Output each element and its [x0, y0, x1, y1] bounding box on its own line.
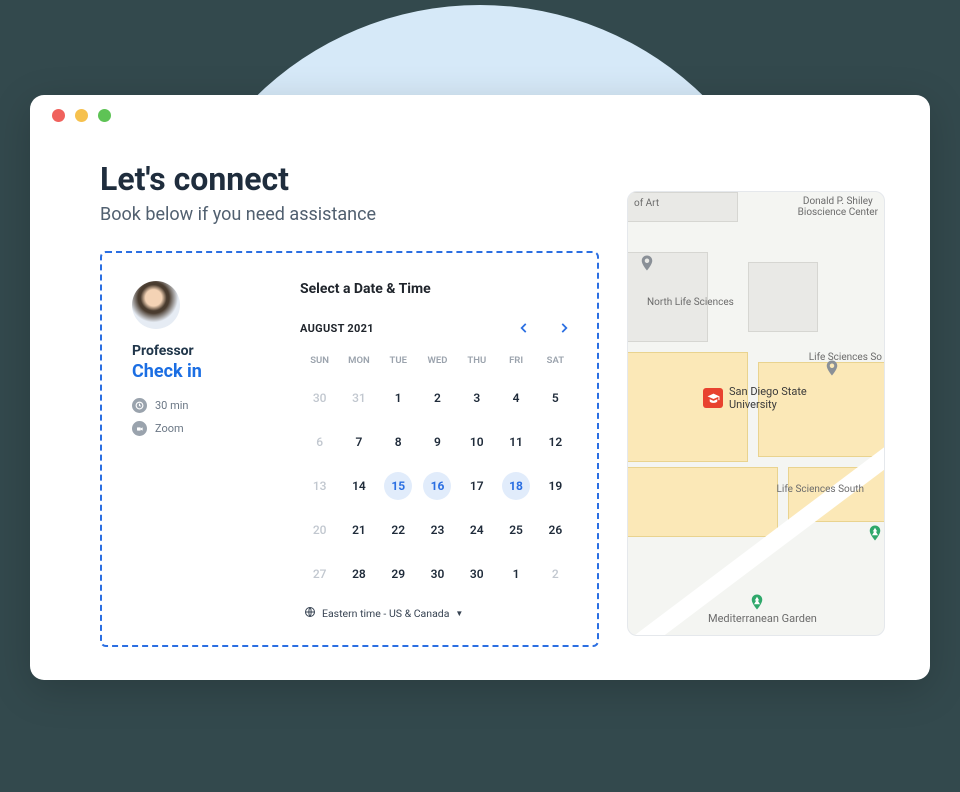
calendar-dow: SUN — [300, 349, 339, 376]
calendar-day: 30 — [300, 376, 339, 420]
calendar-day: 13 — [300, 464, 339, 508]
calendar-day[interactable]: 7 — [339, 420, 378, 464]
calendar-title: Select a Date & Time — [300, 281, 575, 297]
calendar-day[interactable]: 11 — [496, 420, 535, 464]
calendar-day[interactable]: 25 — [496, 508, 535, 552]
calendar-day: 27 — [300, 552, 339, 596]
calendar-day[interactable]: 23 — [418, 508, 457, 552]
calendar-dow: WED — [418, 349, 457, 376]
map-label: Donald P. Shiley Bioscience Center — [798, 196, 878, 218]
event-name: Check in — [132, 361, 282, 382]
booking-host-info: Professor Check in 30 min Zoom — [132, 281, 282, 621]
window-close-dot[interactable] — [52, 109, 65, 122]
map-pin-icon — [638, 252, 656, 274]
calendar-day[interactable]: 18 — [496, 464, 535, 508]
caret-down-icon: ▼ — [455, 609, 463, 618]
calendar-day[interactable]: 30 — [457, 552, 496, 596]
tree-pin-icon — [866, 522, 884, 544]
calendar-day[interactable]: 4 — [496, 376, 535, 420]
map-label: Mediterranean Garden — [708, 612, 817, 625]
calendar-dow: THU — [457, 349, 496, 376]
tree-pin-icon — [748, 591, 766, 613]
app-window: Let's connect Book below if you need ass… — [30, 95, 930, 680]
calendar-day[interactable]: 29 — [379, 552, 418, 596]
window-minimize-dot[interactable] — [75, 109, 88, 122]
graduation-cap-icon — [703, 388, 723, 408]
map-label: North Life Sciences — [647, 297, 734, 308]
calendar-day[interactable]: 30 — [418, 552, 457, 596]
calendar-day[interactable]: 22 — [379, 508, 418, 552]
timezone-value: Eastern time - US & Canada — [322, 607, 449, 620]
window-zoom-dot[interactable] — [98, 109, 111, 122]
calendar-day[interactable]: 8 — [379, 420, 418, 464]
calendar-day[interactable]: 5 — [536, 376, 575, 420]
calendar-day[interactable]: 2 — [418, 376, 457, 420]
calendar-day: 2 — [536, 552, 575, 596]
calendar-grid: SUNMONTUEWEDTHUFRISAT3031123456789101112… — [300, 349, 575, 596]
duration-line: 30 min — [132, 398, 282, 413]
university-marker[interactable]: San Diego State University — [703, 385, 807, 411]
map-building — [748, 262, 818, 332]
window-titlebar — [30, 95, 930, 135]
calendar-dow: TUE — [379, 349, 418, 376]
timezone-selector[interactable]: Eastern time - US & Canada ▼ — [300, 606, 575, 621]
video-icon — [132, 421, 147, 436]
map-label: Life Sciences South — [777, 484, 865, 495]
map-label: of Art — [634, 198, 659, 209]
calendar-prev-button[interactable] — [513, 317, 535, 339]
map-label: Life Sciences So — [809, 352, 882, 363]
calendar-day[interactable]: 12 — [536, 420, 575, 464]
calendar-day: 20 — [300, 508, 339, 552]
university-label: San Diego State University — [729, 385, 807, 411]
duration-value: 30 min — [155, 399, 189, 412]
calendar-day[interactable]: 9 — [418, 420, 457, 464]
calendar-day[interactable]: 24 — [457, 508, 496, 552]
calendar-day[interactable]: 28 — [339, 552, 378, 596]
calendar-day: 31 — [339, 376, 378, 420]
calendar-dow: SAT — [536, 349, 575, 376]
calendar-dow: MON — [339, 349, 378, 376]
calendar-day[interactable]: 16 — [418, 464, 457, 508]
map-pin-icon — [823, 357, 841, 379]
calendar-day[interactable]: 3 — [457, 376, 496, 420]
calendar-next-button[interactable] — [553, 317, 575, 339]
calendar-day[interactable]: 15 — [379, 464, 418, 508]
calendar-day: 6 — [300, 420, 339, 464]
calendar-day[interactable]: 26 — [536, 508, 575, 552]
booking-card: Professor Check in 30 min Zoom — [100, 251, 599, 647]
host-avatar — [132, 281, 180, 329]
calendar-dow: FRI — [496, 349, 535, 376]
clock-icon — [132, 398, 147, 413]
location-line: Zoom — [132, 421, 282, 436]
globe-icon — [304, 606, 316, 621]
map-panel[interactable]: of Art Donald P. Shiley Bioscience Cente… — [627, 191, 885, 636]
location-value: Zoom — [155, 422, 184, 435]
map-building — [627, 467, 778, 537]
calendar-day[interactable]: 10 — [457, 420, 496, 464]
calendar: Select a Date & Time AUGUST 2021 SUN — [300, 281, 575, 621]
calendar-day[interactable]: 1 — [379, 376, 418, 420]
calendar-day[interactable]: 14 — [339, 464, 378, 508]
calendar-day[interactable]: 21 — [339, 508, 378, 552]
calendar-month: AUGUST 2021 — [300, 322, 374, 335]
calendar-day[interactable]: 1 — [496, 552, 535, 596]
host-role: Professor — [132, 343, 282, 359]
calendar-day[interactable]: 19 — [536, 464, 575, 508]
calendar-day[interactable]: 17 — [457, 464, 496, 508]
